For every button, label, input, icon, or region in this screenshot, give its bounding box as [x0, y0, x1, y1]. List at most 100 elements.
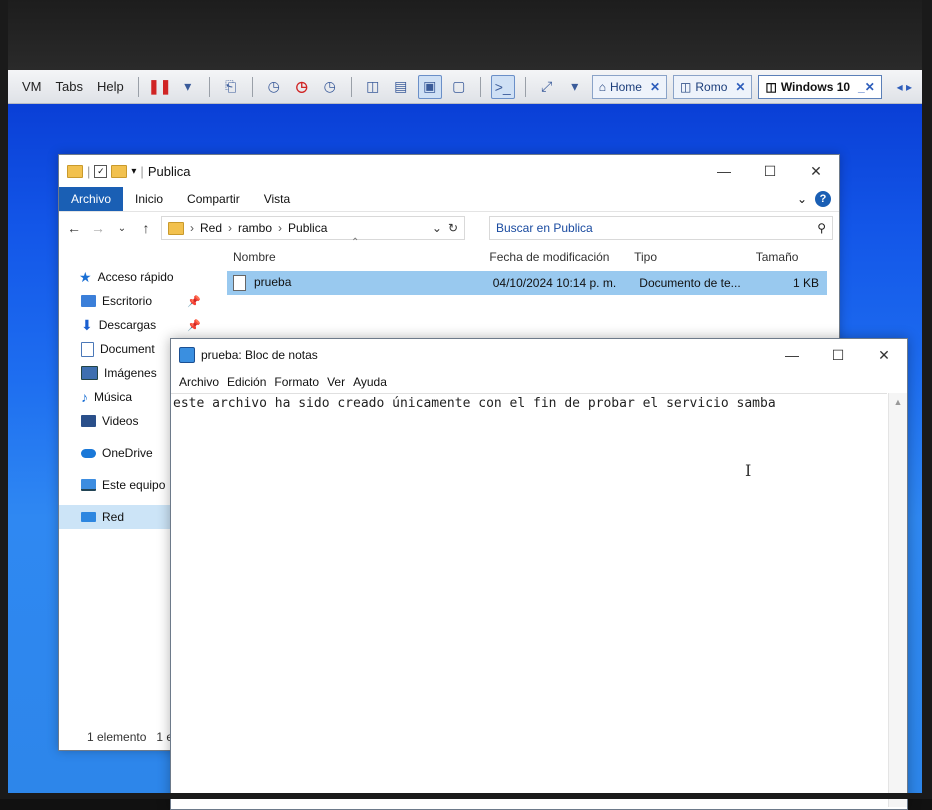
- close-button[interactable]: ✕: [861, 339, 907, 371]
- tab-vista[interactable]: Vista: [252, 192, 302, 206]
- address-bar[interactable]: › Red › rambo › Publica ⌄ ↻: [161, 216, 465, 240]
- notepad-title: prueba: Bloc de notas: [201, 348, 318, 362]
- download-icon: ⬇: [81, 316, 93, 333]
- monitor-bezel-top: [0, 0, 932, 70]
- manager-icon[interactable]: ◷: [319, 76, 341, 98]
- network-icon: [81, 512, 96, 522]
- menu-tabs[interactable]: Tabs: [52, 79, 87, 94]
- pause-icon[interactable]: ❚❚: [148, 76, 171, 98]
- sidebar-item-quick-access[interactable]: ★ Acceso rápido: [59, 265, 219, 289]
- console-icon[interactable]: >_: [490, 74, 515, 99]
- sidebar-item-label: Imágenes: [104, 366, 157, 380]
- item-count: 1 elemento: [87, 730, 147, 744]
- column-size[interactable]: Tamaño: [748, 250, 827, 264]
- notepad-titlebar: prueba: Bloc de notas — ☐ ✕: [171, 339, 907, 371]
- minimize-button[interactable]: —: [769, 339, 815, 371]
- dropdown-arrow-icon[interactable]: ▾: [177, 76, 199, 98]
- file-type: Documento de te...: [639, 276, 741, 290]
- properties-icon[interactable]: ✓: [94, 164, 108, 178]
- music-icon: ♪: [81, 389, 88, 405]
- tab-romo[interactable]: ◫ Romo ✕: [673, 74, 753, 99]
- tab-windows-10-close-icon[interactable]: _✕: [858, 80, 875, 94]
- back-arrow-icon[interactable]: ←: [65, 220, 83, 236]
- maximize-button[interactable]: ☐: [747, 155, 793, 187]
- library-icon[interactable]: ◫: [362, 76, 384, 98]
- toolbar-divider: [479, 76, 481, 97]
- menu-formato[interactable]: Formato: [270, 375, 323, 389]
- tab-home-close-icon[interactable]: ✕: [650, 80, 660, 94]
- vm-icon: ◫: [765, 79, 777, 94]
- sidebar-item-label: Este equipo: [102, 478, 166, 492]
- up-arrow-icon[interactable]: ↑: [137, 220, 155, 236]
- vm-icon: ◫: [680, 79, 692, 94]
- breadcrumb-rambo[interactable]: rambo: [238, 221, 272, 235]
- revert-icon[interactable]: ◷: [291, 76, 313, 98]
- notepad-menubar: Archivo Edición Formato Ver Ayuda: [171, 371, 907, 393]
- tab-archivo[interactable]: Archivo: [59, 187, 124, 211]
- menu-vm[interactable]: VM: [18, 79, 46, 94]
- menu-help[interactable]: Help: [93, 79, 128, 94]
- explorer-titlebar: | ✓ ▾ | Publica — ☐ ✕: [59, 155, 839, 187]
- sidebar-item-label: Videos: [102, 414, 139, 428]
- sidebar-item-label: Acceso rápido: [97, 270, 174, 284]
- dropdown-arrow-icon[interactable]: ▾: [564, 76, 586, 98]
- customize-qat-icon[interactable]: ▾: [131, 166, 136, 177]
- videos-icon: [81, 415, 96, 427]
- search-input[interactable]: Buscar en Publica ⚲: [489, 216, 833, 240]
- documents-icon: [81, 341, 94, 357]
- notepad-text-area[interactable]: este archivo ha sido creado únicamente c…: [171, 393, 887, 807]
- tab-romo-label: Romo: [695, 79, 728, 94]
- tab-romo-close-icon[interactable]: ✕: [735, 80, 745, 94]
- column-date[interactable]: Fecha de modificación: [481, 250, 626, 264]
- menu-edicion[interactable]: Edición: [223, 375, 270, 389]
- desktop-icon: [81, 295, 96, 307]
- refresh-icon[interactable]: ↻: [448, 221, 458, 235]
- snapshot-icon[interactable]: ◷: [263, 76, 285, 98]
- vertical-scrollbar[interactable]: ▲: [888, 393, 907, 807]
- forward-arrow-icon[interactable]: →: [89, 220, 107, 236]
- toolbar-divider: [208, 76, 210, 97]
- sidebar-item-label: Escritorio: [102, 294, 153, 308]
- breadcrumb-publica[interactable]: Publica: [288, 221, 327, 235]
- stretch-icon[interactable]: ⤢: [536, 76, 558, 98]
- table-row[interactable]: prueba 04/10/2024 10:14 p. m. Documento …: [227, 271, 827, 295]
- sidebar-item-descargas[interactable]: ⬇ Descargas 📌: [59, 313, 219, 337]
- unity-icon[interactable]: ▢: [448, 76, 470, 98]
- toolbar-divider: [251, 76, 253, 97]
- help-icon[interactable]: ?: [815, 191, 831, 207]
- tab-inicio[interactable]: Inicio: [123, 192, 175, 206]
- pin-icon: 📌: [187, 295, 201, 308]
- sidebar-item-label: Document: [100, 342, 155, 356]
- thumbnail-icon[interactable]: ▤: [390, 76, 412, 98]
- tab-home[interactable]: ⌂ Home ✕: [591, 74, 668, 99]
- send-keys-icon[interactable]: ⎗: [220, 76, 242, 98]
- address-dropdown-icon[interactable]: ⌄: [432, 221, 442, 235]
- file-date: 04/10/2024 10:14 p. m.: [492, 276, 617, 290]
- file-size: 1 KB: [792, 276, 819, 290]
- column-type[interactable]: Tipo: [626, 250, 748, 264]
- scroll-up-icon[interactable]: ▲: [889, 397, 907, 407]
- close-button[interactable]: ✕: [793, 155, 839, 187]
- file-name-cell: prueba: [227, 275, 485, 291]
- recent-dropdown-icon[interactable]: ⌄: [113, 223, 131, 234]
- column-name[interactable]: Nombre: [227, 250, 481, 264]
- ribbon-tabs: Archivo Inicio Compartir Vista ⌄ ?: [59, 187, 839, 212]
- minimize-button[interactable]: —: [701, 155, 747, 187]
- cloud-icon: [81, 448, 96, 458]
- tab-windows-10[interactable]: ◫ Windows 10 _✕: [758, 74, 882, 99]
- menu-ayuda[interactable]: Ayuda: [349, 375, 391, 389]
- search-placeholder: Buscar en Publica: [496, 221, 593, 235]
- breadcrumb-red[interactable]: Red: [200, 221, 222, 235]
- sidebar-item-escritorio[interactable]: Escritorio 📌: [59, 289, 219, 313]
- fullscreen-icon[interactable]: ▣: [417, 74, 442, 99]
- notepad-window: prueba: Bloc de notas — ☐ ✕ Archivo Edic…: [170, 338, 908, 810]
- explorer-title: Publica: [147, 163, 191, 179]
- tab-compartir[interactable]: Compartir: [175, 192, 252, 206]
- pictures-icon: [81, 366, 98, 380]
- new-folder-icon[interactable]: [111, 164, 128, 178]
- expand-ribbon-icon[interactable]: ⌄: [797, 192, 807, 206]
- menu-ver[interactable]: Ver: [323, 375, 349, 389]
- tab-scroll-arrows[interactable]: ◂ ▸: [897, 80, 912, 94]
- maximize-button[interactable]: ☐: [815, 339, 861, 371]
- menu-archivo[interactable]: Archivo: [175, 375, 223, 389]
